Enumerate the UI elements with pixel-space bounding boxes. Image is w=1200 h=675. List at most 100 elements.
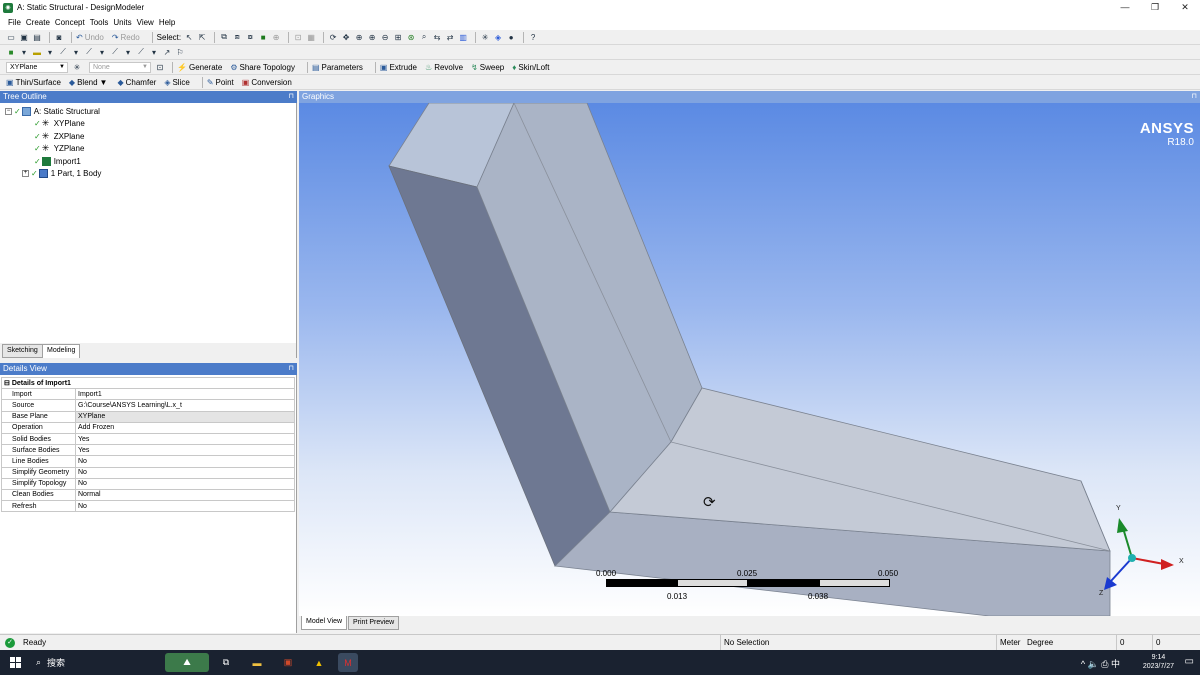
menu-create[interactable]: Create (26, 18, 50, 27)
details-row[interactable]: Source G:\Course\ANSYS Learning\L.x_t (1, 399, 295, 412)
dropdown-icon[interactable]: ▾ (149, 47, 159, 57)
close-button[interactable]: ✕ (1170, 0, 1200, 15)
new-icon[interactable]: ▭ (6, 32, 16, 42)
previous-view-icon[interactable]: ⇆ (432, 32, 442, 42)
dropdown-icon[interactable]: ▾ (123, 47, 133, 57)
slice-button[interactable]: ◈ Slice (164, 78, 190, 87)
zoom-out-icon[interactable]: ⊖ (380, 32, 390, 42)
revolve-button[interactable]: ♨ Revolve (425, 63, 463, 72)
details-row[interactable]: Clean Bodies Normal (1, 488, 295, 502)
pause-icon[interactable]: ▦ (306, 32, 316, 42)
tab-modeling[interactable]: Modeling (42, 344, 81, 358)
line-tool-icon[interactable]: ⟋ (110, 47, 120, 57)
details-row[interactable]: Surface Bodies Yes (1, 444, 295, 457)
display-point-icon[interactable]: ● (506, 32, 516, 42)
pin-icon[interactable]: ⊓ (1192, 91, 1197, 103)
details-row-value[interactable]: No (75, 500, 295, 513)
length-unit[interactable]: Meter (996, 635, 1024, 651)
minimize-button[interactable]: — (1110, 0, 1140, 15)
edges-filter-icon[interactable]: ▬ (32, 47, 42, 57)
details-row-value[interactable]: Add Frozen (75, 421, 295, 434)
details-row[interactable]: Base Plane XYPlane (1, 410, 295, 423)
menu-file[interactable]: File (8, 18, 21, 27)
dropdown-icon[interactable]: ▾ (97, 47, 107, 57)
new-plane-icon[interactable]: ✳ (72, 62, 82, 72)
tree-item-parts[interactable]: + ✓ 1 Part, 1 Body (22, 167, 101, 179)
details-row-value[interactable]: G:\Course\ANSYS Learning\L.x_t (75, 399, 295, 412)
angle-unit[interactable]: Degree (1024, 635, 1116, 651)
expand-icon[interactable]: + (22, 169, 29, 177)
plane-combo[interactable]: XYPlane ▼ (6, 61, 68, 73)
generate-button[interactable]: ⚡ Generate (177, 63, 222, 72)
tree-item-yzplane[interactable]: ✓ ✳ YZPlane (34, 142, 84, 154)
collapse-icon[interactable]: ⊟ (4, 380, 12, 387)
task-view-icon[interactable]: ⧉ (216, 653, 236, 672)
powerpoint-icon[interactable]: ▣ (278, 653, 298, 672)
thin-surface-button[interactable]: ▣ Thin/Surface (6, 78, 61, 87)
magnifier-icon[interactable]: ⌕ (419, 32, 429, 42)
taskbar-widget-icon[interactable]: ⛰ (165, 653, 209, 672)
menu-concept[interactable]: Concept (55, 18, 85, 27)
line-tool-icon[interactable]: ⟋ (84, 47, 94, 57)
ansys-workbench-icon[interactable]: ▲ (309, 653, 329, 672)
pin-icon[interactable]: ⊓ (289, 363, 294, 375)
details-row-value[interactable]: XYPlane (75, 410, 295, 423)
details-row-value[interactable]: Yes (75, 432, 295, 446)
dropdown-icon[interactable]: ▾ (19, 47, 29, 57)
tab-print-preview[interactable]: Print Preview (348, 616, 400, 630)
new-sketch-icon[interactable]: ⊡ (155, 62, 165, 72)
help-icon[interactable]: ? (528, 32, 538, 42)
screenshot-icon[interactable]: ◙ (54, 32, 64, 42)
collapse-icon[interactable]: − (5, 107, 12, 115)
parameters-button[interactable]: ▤ Parameters (312, 63, 363, 72)
maximize-button[interactable]: ❐ (1140, 0, 1170, 15)
designmodeler-icon[interactable]: M (338, 653, 358, 672)
select-edges-icon[interactable]: ⧈ (232, 32, 242, 42)
redo-button[interactable]: ↷ Redo (112, 33, 140, 42)
zoom-box-icon[interactable]: ⊡ (293, 32, 303, 42)
graphics-viewport[interactable]: X Y Z ANSYS R18.0 ⟳ 0.000 0.025 0.050 (m… (299, 103, 1200, 616)
chamfer-button[interactable]: ◆ Chamfer (117, 78, 156, 87)
details-row[interactable]: Import Import1 (1, 388, 295, 401)
details-row[interactable]: Solid Bodies Yes (1, 432, 295, 446)
tree-item-xyplane[interactable]: ✓ ✳ XYPlane (34, 117, 85, 129)
taskbar-search[interactable]: ⌕ 搜索 (36, 656, 65, 669)
details-row[interactable]: Refresh No (1, 500, 295, 513)
details-row[interactable]: Simplify Topology No (1, 477, 295, 490)
details-row-value[interactable]: No (75, 477, 295, 490)
select-points-icon[interactable]: ⧉ (219, 32, 229, 42)
point-button[interactable]: ✎ Point (207, 78, 234, 87)
menu-view[interactable]: View (137, 18, 154, 27)
conversion-button[interactable]: ▣ Conversion (242, 78, 292, 87)
system-tray[interactable]: ^ 🔈 ⎙ 中 (1081, 657, 1120, 670)
details-row[interactable]: Simplify Geometry No (1, 466, 295, 479)
menu-help[interactable]: Help (159, 18, 175, 27)
details-group-row[interactable]: ⊟ Details of Import1 (1, 376, 295, 390)
windows-start-icon[interactable] (10, 657, 21, 668)
details-row-value[interactable]: Import1 (75, 388, 295, 401)
tree-item-zxplane[interactable]: ✓ ✳ ZXPlane (34, 130, 84, 142)
next-view-icon[interactable]: ⇄ (445, 32, 455, 42)
rotate-icon[interactable]: ⟳ (328, 32, 338, 42)
undo-button[interactable]: ↶ Undo (76, 33, 104, 42)
details-row[interactable]: Line Bodies No (1, 455, 295, 468)
zoom-to-fit-icon[interactable]: ⊛ (406, 32, 416, 42)
tree-root[interactable]: − ✓ A: Static Structural (5, 105, 100, 117)
notification-icon[interactable]: ▭ (1185, 656, 1194, 667)
select-mode-icon[interactable]: ↖ (184, 32, 194, 42)
select-faces-icon[interactable]: ⧇ (245, 32, 255, 42)
triad-icon[interactable]: ✳ (480, 32, 490, 42)
extrude-button[interactable]: ▣ Extrude (380, 63, 417, 72)
shaded-view-icon[interactable]: ◈ (493, 32, 503, 42)
arrow-tool-icon[interactable]: ↗ (162, 47, 172, 57)
pin-icon[interactable]: ⊓ (289, 91, 294, 103)
line-tool-icon[interactable]: ⟋ (58, 47, 68, 57)
tab-sketching[interactable]: Sketching (2, 344, 43, 358)
sketch-combo[interactable]: None ▼ (89, 61, 151, 73)
details-row-value[interactable]: Yes (75, 444, 295, 457)
blend-button[interactable]: ◆ Blend ▼ (69, 78, 110, 87)
zoom-in-icon[interactable]: ⊕ (367, 32, 377, 42)
flag-tool-icon[interactable]: ⚐ (175, 47, 185, 57)
export-icon[interactable]: ▤ (32, 32, 42, 42)
details-row-value[interactable]: No (75, 455, 295, 468)
